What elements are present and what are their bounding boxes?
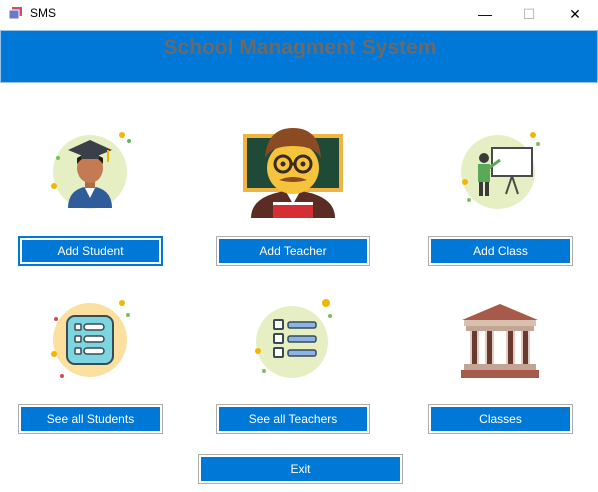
page-title: School Managment System [163,36,437,59]
close-button[interactable]: ✕ [552,0,598,28]
institution-building-icon [461,304,539,378]
app-icon [9,7,22,20]
window-title: SMS [30,6,57,20]
student-list-icon [51,300,130,378]
class-presentation-icon [461,132,540,209]
header-banner: School Managment System [0,30,598,83]
add-student-button[interactable]: Add Student [18,236,163,266]
see-all-teachers-button[interactable]: See all Teachers [216,404,370,434]
teacher-list-icon [255,299,332,378]
teacher-icon [243,128,343,218]
add-teacher-button[interactable]: Add Teacher [216,236,370,266]
exit-button[interactable]: Exit [198,454,403,484]
student-icon [51,132,131,209]
minimize-button[interactable]: — [462,0,508,28]
maximize-button[interactable]: ☐ [506,0,552,28]
see-all-students-button[interactable]: See all Students [18,404,163,434]
add-class-button[interactable]: Add Class [428,236,573,266]
classes-button[interactable]: Classes [428,404,573,434]
window-titlebar: SMS — ☐ ✕ [0,0,598,28]
